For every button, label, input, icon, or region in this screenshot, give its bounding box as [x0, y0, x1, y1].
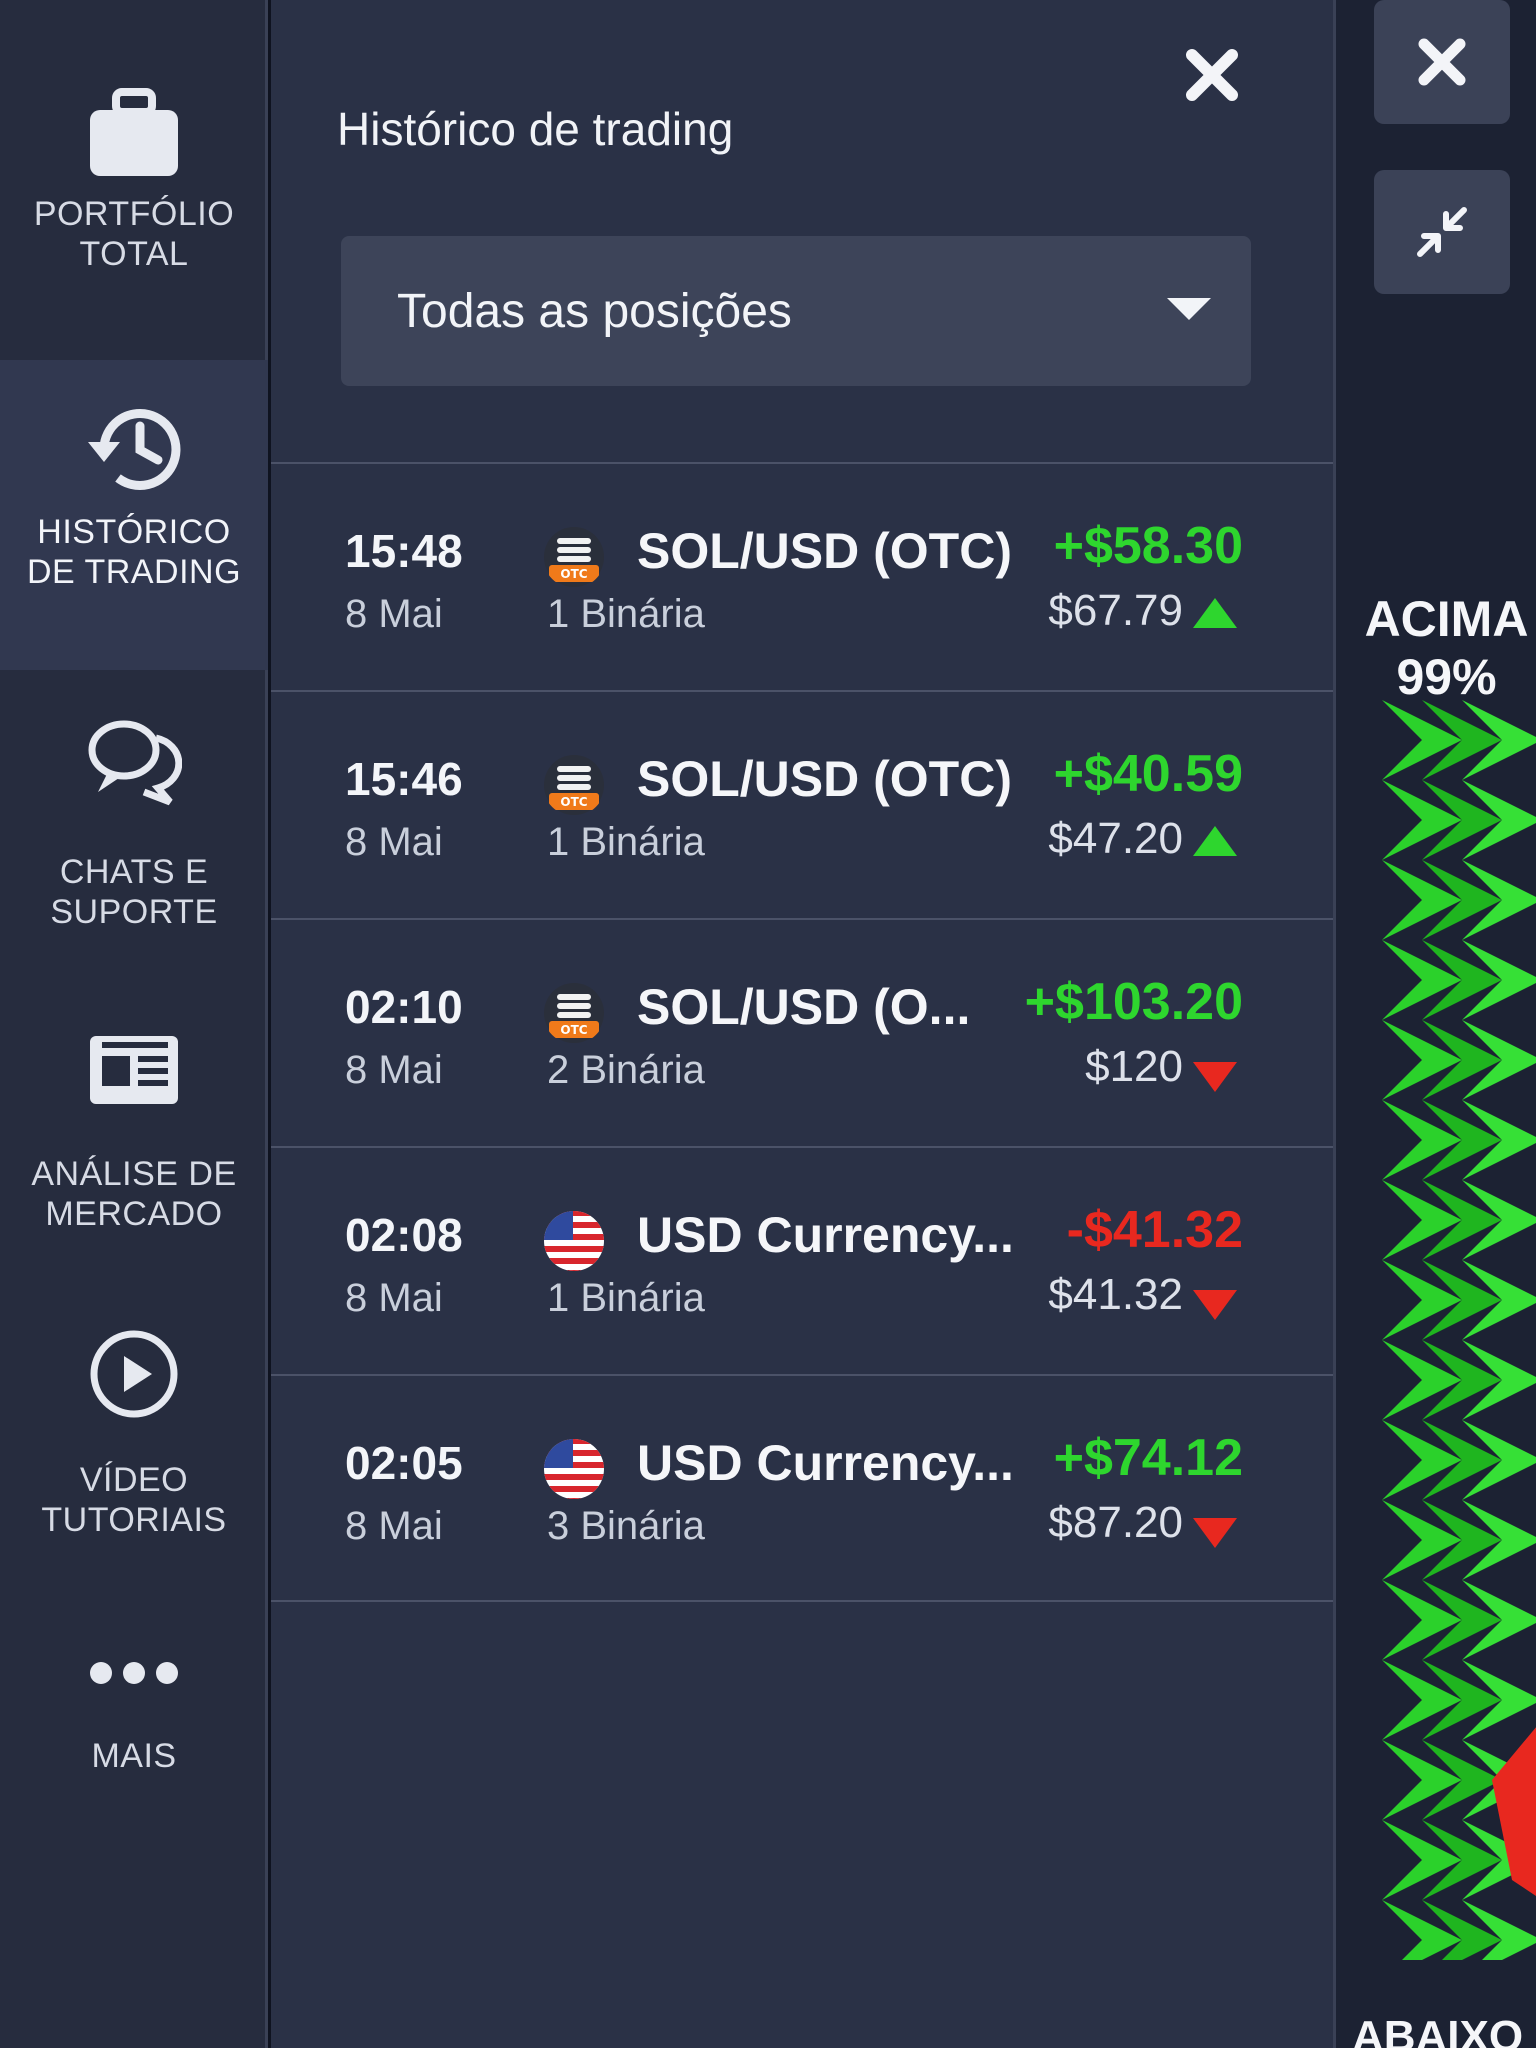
trade-count: 3 Binária: [547, 1504, 705, 1548]
sidebar-item-label: MAIS: [91, 1737, 177, 1775]
trade-asset: SOL/USD (OTC): [637, 523, 1012, 579]
trade-time: 02:10: [345, 981, 463, 1033]
page-title: Histórico de trading: [337, 103, 734, 155]
trade-asset: USD Currency...: [637, 1207, 1014, 1263]
trade-row[interactable]: 02:10 8 Mai OTC SOL/USD (O... 2 Binária …: [271, 918, 1333, 1146]
sidebar-item-market-analysis[interactable]: ANÁLISE DE MERCADO: [0, 1032, 268, 1252]
more-icon: [88, 1660, 180, 1686]
direction-up-icon: [1193, 826, 1237, 856]
otc-coin-icon: OTC: [544, 755, 604, 815]
down-label: ABAIXO: [1351, 2012, 1524, 2048]
svg-text:OTC: OTC: [560, 1023, 587, 1037]
us-flag-icon: [544, 1211, 604, 1271]
trade-sentiment-strip: ACIMA 99% ABAIXO: [1333, 0, 1536, 2048]
history-icon: [82, 398, 186, 498]
trade-asset: USD Currency...: [637, 1435, 1014, 1491]
direction-up-icon: [1193, 598, 1237, 628]
trade-pnl: +$74.12: [1053, 1429, 1243, 1487]
trade-time: 02:08: [345, 1209, 463, 1261]
trade-asset: SOL/USD (OTC): [637, 751, 1012, 807]
trade-pnl: +$40.59: [1053, 745, 1243, 803]
up-label: ACIMA: [1364, 591, 1529, 647]
trade-pnl: +$103.20: [1024, 973, 1243, 1031]
trade-date: 8 Mai: [345, 1504, 443, 1548]
trade-count: 1 Binária: [547, 820, 705, 864]
positions-filter-dropdown[interactable]: Todas as posições: [341, 236, 1251, 386]
play-icon: [88, 1328, 180, 1420]
trade-amount: $41.32: [1048, 1270, 1183, 1319]
trade-list: 15:48 8 Mai OTC SOL/USD (OTC) 1 Binária …: [271, 462, 1333, 1602]
us-flag-icon: [544, 1439, 604, 1499]
trade-pnl: -$41.32: [1066, 1201, 1243, 1259]
svg-text:OTC: OTC: [560, 795, 587, 809]
otc-coin-icon: OTC: [544, 527, 604, 587]
trade-date: 8 Mai: [345, 1276, 443, 1320]
sidebar-item-portfolio[interactable]: PORTFÓLIO TOTAL: [0, 88, 268, 350]
trade-asset: SOL/USD (O...: [637, 979, 971, 1035]
trade-row[interactable]: 15:46 8 Mai OTC SOL/USD (OTC) 1 Binária …: [271, 690, 1333, 918]
sidebar-item-video-tutorials[interactable]: VÍDEO TUTORIAIS: [0, 1328, 268, 1554]
sentiment-bar: [1362, 700, 1536, 1960]
direction-down-icon: [1193, 1518, 1237, 1548]
trade-date: 8 Mai: [345, 1048, 443, 1092]
trade-amount: $67.79: [1048, 586, 1183, 635]
sidebar-item-label: HISTÓRICO DE TRADING: [26, 513, 242, 591]
trade-time: 15:48: [345, 525, 463, 577]
briefcase-icon: [86, 88, 182, 180]
trade-date: 8 Mai: [345, 592, 443, 636]
minimize-button[interactable]: [1374, 170, 1510, 294]
chat-icon: [86, 716, 182, 806]
trade-count: 1 Binária: [547, 1276, 705, 1320]
trade-amount: $87.20: [1048, 1498, 1183, 1547]
direction-down-icon: [1193, 1290, 1237, 1320]
trade-row[interactable]: 02:08 8 Mai USD Currency... 1 Binária -$…: [271, 1146, 1333, 1374]
sidebar: PORTFÓLIO TOTAL HISTÓRICO DE TRADING CHA…: [0, 0, 268, 2048]
trade-date: 8 Mai: [345, 820, 443, 864]
sidebar-item-label: PORTFÓLIO TOTAL: [33, 195, 235, 273]
sidebar-item-label: CHATS E SUPORTE: [50, 853, 218, 931]
collapse-arrows-icon: [1417, 207, 1467, 257]
trade-count: 2 Binária: [547, 1048, 705, 1092]
up-sentiment: ACIMA 99%: [1354, 590, 1536, 706]
svg-text:OTC: OTC: [560, 567, 587, 581]
direction-down-icon: [1193, 1062, 1237, 1092]
trade-time: 15:46: [345, 753, 463, 805]
trade-pnl: +$58.30: [1053, 517, 1243, 575]
close-panel-button[interactable]: [1177, 40, 1247, 110]
sidebar-item-label: ANÁLISE DE MERCADO: [31, 1155, 237, 1233]
otc-coin-icon: OTC: [544, 983, 604, 1043]
chevron-down-icon: [1167, 298, 1211, 320]
up-percent: 99%: [1396, 649, 1497, 705]
close-icon: [1186, 49, 1238, 101]
sidebar-item-more[interactable]: MAIS: [0, 1660, 268, 1810]
trading-history-panel: Histórico de trading Todas as posições 1…: [271, 0, 1333, 2048]
sidebar-item-chats-support[interactable]: CHATS E SUPORTE: [0, 716, 268, 956]
trade-count: 1 Binária: [547, 592, 705, 636]
close-window-button[interactable]: [1374, 0, 1510, 124]
trade-row[interactable]: 02:05 8 Mai USD Currency... 3 Binária +$…: [271, 1374, 1333, 1602]
trade-time: 02:05: [345, 1437, 463, 1489]
trade-amount: $120: [1085, 1042, 1183, 1091]
trade-amount: $47.20: [1048, 814, 1183, 863]
newspaper-icon: [86, 1032, 182, 1108]
filter-selected-value: Todas as posições: [397, 284, 792, 338]
trade-row[interactable]: 15:48 8 Mai OTC SOL/USD (OTC) 1 Binária …: [271, 462, 1333, 690]
close-icon: [1418, 38, 1466, 86]
sidebar-item-label: VÍDEO TUTORIAIS: [41, 1461, 227, 1539]
sidebar-item-trading-history[interactable]: HISTÓRICO DE TRADING: [0, 360, 268, 670]
